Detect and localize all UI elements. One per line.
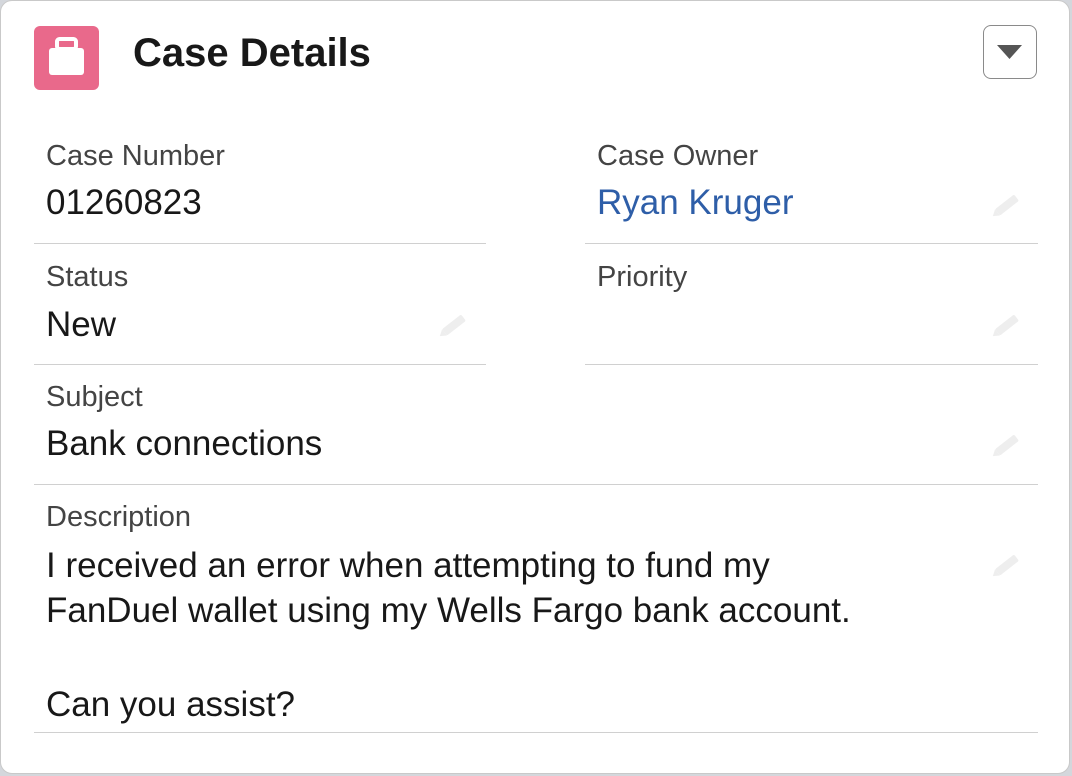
status-label: Status	[46, 261, 129, 293]
edit-description-button[interactable]	[987, 545, 1027, 585]
edit-status-button[interactable]	[434, 305, 474, 345]
case-details-card: Case Details Case Number 01260823 Case O…	[0, 0, 1070, 774]
case-owner-label: Case Owner	[597, 140, 759, 172]
case-number-label: Case Number	[46, 140, 225, 172]
case-number-value: 01260823	[46, 183, 202, 222]
description-label: Description	[46, 501, 192, 533]
pencil-icon	[439, 315, 466, 337]
description-line-1: I received an error when attempting to f…	[46, 546, 770, 585]
subject-label: Subject	[46, 381, 143, 413]
description-line-3: Can you assist?	[46, 685, 296, 724]
card-menu-button[interactable]	[983, 25, 1037, 79]
subject-value: Bank connections	[46, 424, 323, 463]
card-title: Case Details	[133, 31, 371, 75]
pencil-icon	[992, 555, 1019, 577]
field-case-number: Case Number 01260823	[34, 133, 486, 244]
pencil-icon	[992, 435, 1019, 457]
edit-case-owner-button[interactable]	[987, 185, 1027, 225]
field-status: Status New	[34, 244, 486, 365]
status-value: New	[46, 305, 117, 344]
priority-label: Priority	[597, 261, 688, 293]
edit-priority-button[interactable]	[987, 305, 1027, 345]
field-divider	[34, 731, 1038, 733]
field-case-owner: Case Owner Ryan Kruger	[585, 133, 1038, 244]
edit-subject-button[interactable]	[987, 425, 1027, 465]
case-owner-link[interactable]: Ryan Kruger	[597, 181, 793, 225]
field-description: Description I received an error when att…	[34, 485, 1038, 733]
field-priority: Priority	[585, 244, 1038, 365]
description-line-2: FanDuel wallet using my Wells Fargo bank…	[46, 591, 851, 630]
field-subject: Subject Bank connections	[34, 365, 1038, 485]
briefcase-icon	[34, 26, 99, 90]
chevron-down-icon	[997, 45, 1022, 59]
pencil-icon	[992, 315, 1019, 337]
pencil-icon	[992, 195, 1019, 217]
